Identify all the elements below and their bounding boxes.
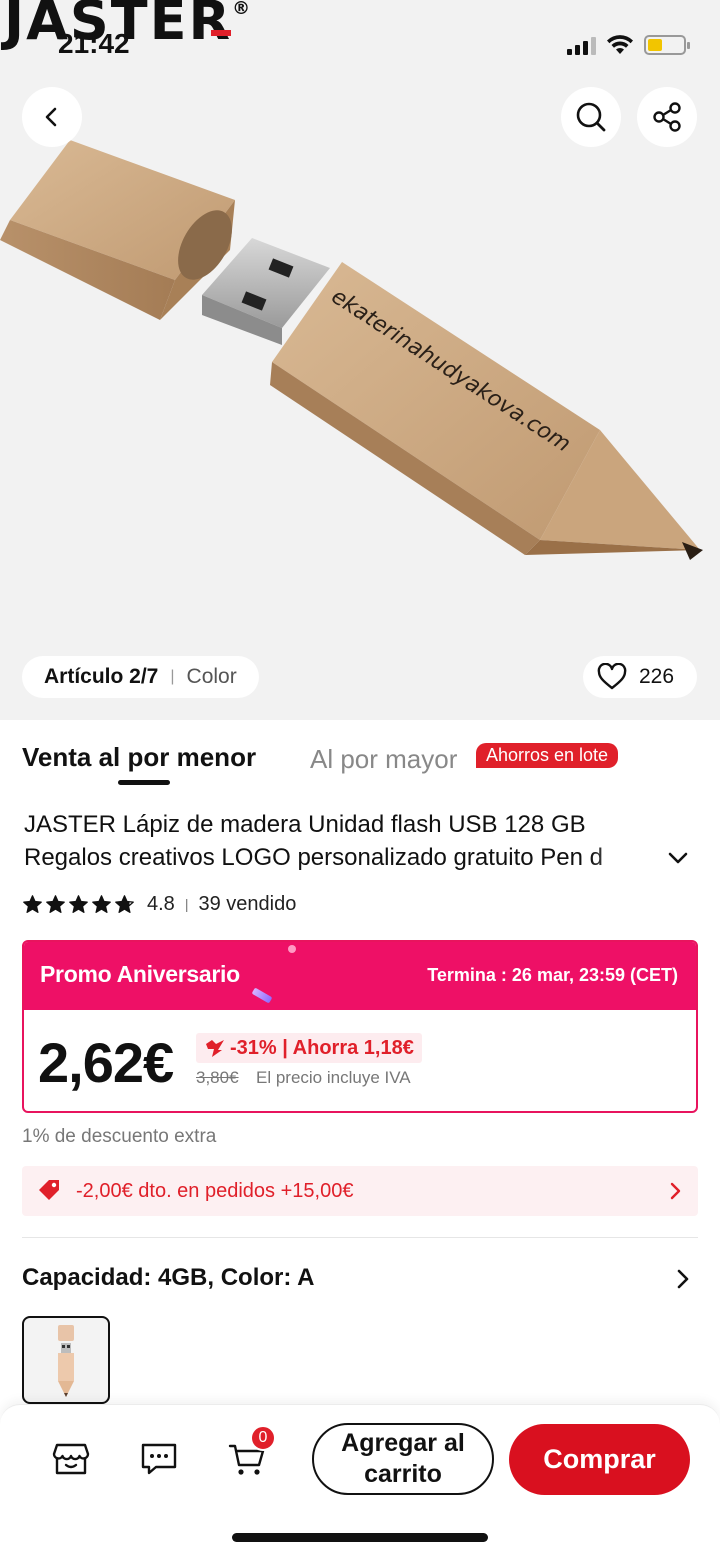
promo-header: Promo Aniversario Termina : 26 mar, 23:5… [24, 942, 696, 1010]
star-icon [46, 894, 65, 913]
chevron-down-icon[interactable] [666, 846, 690, 870]
cellular-signal-icon [567, 35, 596, 55]
store-icon [52, 1443, 90, 1475]
product-image-gallery[interactable]: ekaterinahudyakova.com JASTER® 21:42 Art… [0, 0, 720, 720]
back-button[interactable] [22, 87, 82, 147]
promo-end-time: Termina : 26 mar, 23:59 (CET) [427, 965, 678, 985]
chevron-left-icon [45, 107, 57, 127]
promo-price-box: Promo Aniversario Termina : 26 mar, 23:5… [22, 940, 698, 1113]
star-icon [69, 894, 88, 913]
coupon-bar[interactable]: -2,00€ dto. en pedidos +15,00€ [22, 1166, 698, 1216]
lot-savings-badge: Ahorros en lote [476, 743, 619, 768]
search-button[interactable] [561, 87, 621, 147]
confetti-decoration [288, 945, 296, 953]
star-icon [115, 894, 134, 913]
variant-selector[interactable]: Capacidad: 4GB, Color: A [22, 1262, 698, 1298]
add-to-cart-label: Agregar al carrito [341, 1429, 465, 1488]
home-indicator [232, 1533, 488, 1542]
chevron-right-icon [677, 1269, 689, 1289]
cart-count-badge: 0 [250, 1425, 276, 1451]
down-arrow-tag-icon [206, 1040, 224, 1057]
section-divider [22, 1237, 698, 1238]
rating-value: 4.8 [147, 892, 175, 915]
product-title-line2: Regalos creativos LOGO personalizado gra… [24, 844, 603, 871]
share-button[interactable] [637, 87, 697, 147]
usb-pencil-thumbnail [58, 1325, 74, 1397]
buy-now-button[interactable]: Comprar [509, 1424, 690, 1495]
article-counter: Artículo 2/7 [44, 665, 159, 688]
search-icon [576, 102, 606, 132]
product-image: ekaterinahudyakova.com [0, 140, 720, 580]
variant-thumbnail[interactable] [22, 1316, 110, 1404]
share-icon [653, 102, 681, 132]
chevron-right-icon [670, 1182, 681, 1200]
title-fade [590, 841, 660, 874]
purchase-mode-tabs: Venta al por menor Al por mayor Ahorros … [22, 742, 698, 792]
chat-icon [141, 1443, 177, 1475]
current-price: 2,62€ [38, 1031, 174, 1094]
store-button[interactable] [49, 1437, 93, 1481]
active-tab-indicator [118, 780, 170, 785]
tab-wholesale[interactable]: Al por mayor [310, 744, 457, 775]
image-counter[interactable]: Artículo 2/7 | Color [22, 656, 259, 698]
extra-discount-text: 1% de descuento extra [22, 1126, 217, 1147]
product-title[interactable]: JASTER Lápiz de madera Unidad flash USB … [24, 808, 664, 874]
original-price: 3,80€ [196, 1068, 239, 1087]
confetti-decoration [251, 987, 273, 1004]
discount-text: -31% | Ahorra 1,18€ [230, 1036, 414, 1059]
rating-row[interactable]: 4.8 | 39 vendido [22, 890, 296, 918]
star-icon [23, 894, 42, 913]
star-icon [92, 894, 111, 913]
coupon-text: -2,00€ dto. en pedidos +15,00€ [76, 1179, 354, 1202]
likes-count: 226 [639, 665, 675, 688]
tab-retail[interactable]: Venta al por menor [22, 742, 256, 773]
star-rating [22, 894, 135, 915]
status-time: 21:42 [58, 28, 130, 59]
chat-button[interactable] [137, 1437, 181, 1481]
add-to-cart-button[interactable]: Agregar al carrito [312, 1423, 494, 1495]
heart-icon [597, 663, 627, 690]
promo-title: Promo Aniversario [40, 961, 240, 987]
coupon-tag-icon [39, 1180, 59, 1200]
battery-icon [644, 35, 690, 55]
wishlist-button[interactable]: 226 [583, 656, 697, 698]
variant-label: Capacidad: 4GB, Color: A [22, 1264, 315, 1291]
bottom-action-bar: 0 Agregar al carrito Comprar [0, 1404, 720, 1557]
product-title-line1: JASTER Lápiz de madera Unidad flash USB … [24, 811, 586, 838]
wifi-icon [607, 35, 633, 54]
status-icons [567, 34, 690, 56]
sold-count: 39 vendido [198, 892, 297, 915]
color-label[interactable]: Color [187, 665, 237, 689]
vat-note: El precio incluye IVA [256, 1068, 411, 1087]
discount-chip: -31% | Ahorra 1,18€ [196, 1033, 422, 1063]
